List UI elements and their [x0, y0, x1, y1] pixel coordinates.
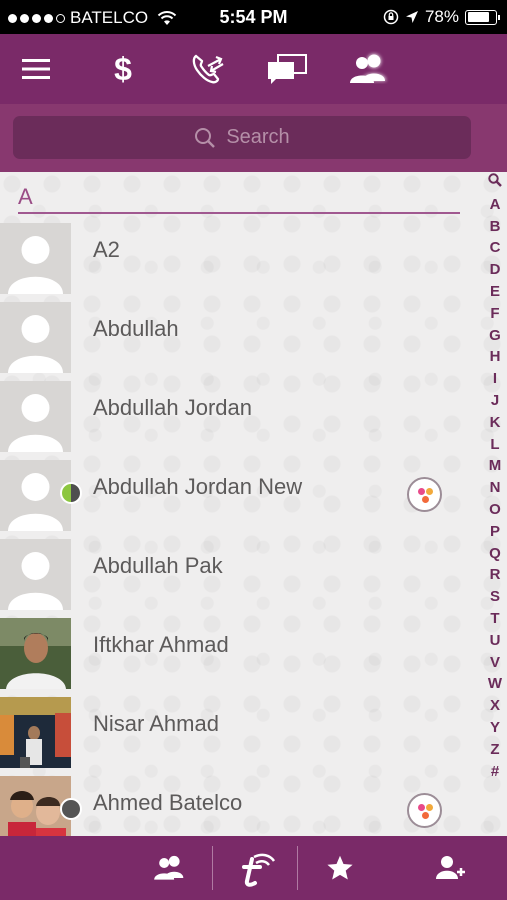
contact-row[interactable]: Abdullah Jordan [0, 381, 480, 460]
index-letter[interactable]: J [491, 390, 499, 412]
index-letter[interactable]: P [490, 521, 500, 543]
index-search-icon[interactable] [488, 172, 502, 194]
contact-row[interactable]: Abdullah [0, 302, 480, 381]
add-contact-tab[interactable] [432, 844, 468, 892]
section-header-letter: A [18, 184, 33, 209]
contact-name: Abdullah Jordan [93, 395, 253, 420]
contact-row[interactable]: Ahmed Batelco [0, 776, 480, 836]
index-letter[interactable]: M [489, 455, 502, 477]
index-letter[interactable]: K [490, 412, 501, 434]
call-transfer-icon [192, 54, 224, 84]
favorites-tab[interactable] [322, 844, 358, 892]
tab-divider [297, 846, 298, 890]
contacts-icon [350, 54, 386, 83]
index-letter[interactable]: H [490, 346, 501, 368]
dollar-icon: $ [114, 51, 132, 87]
avatar [0, 381, 71, 452]
add-contact-icon [436, 856, 465, 879]
index-letter[interactable]: B [490, 216, 501, 238]
contact-row[interactable]: A2 [0, 223, 480, 302]
default-avatar-icon [8, 394, 63, 452]
avatar [0, 618, 71, 689]
contacts-tab[interactable] [148, 844, 192, 892]
index-letter[interactable]: F [490, 303, 499, 325]
contact-row[interactable]: Iftkhar Ahmad [0, 618, 480, 697]
tab-divider [212, 846, 213, 890]
index-letter[interactable]: # [491, 761, 499, 783]
index-letter[interactable]: S [490, 586, 500, 608]
svg-text:$: $ [114, 51, 132, 87]
menu-icon [22, 59, 50, 79]
presence-status-icon [60, 798, 82, 820]
battery-icon [465, 9, 500, 25]
section-divider [18, 212, 460, 214]
default-avatar-icon [8, 236, 63, 294]
orientation-lock-icon [383, 9, 399, 25]
index-letter[interactable]: Y [490, 717, 500, 739]
search-placeholder: Search [226, 126, 290, 148]
favorites-star-icon [327, 855, 353, 880]
index-letter[interactable]: Z [490, 739, 499, 761]
avatar [0, 302, 71, 373]
avatar [0, 223, 71, 294]
contact-photo-icon [0, 618, 71, 689]
index-letter[interactable]: N [490, 477, 501, 499]
status-right: 78% [383, 7, 500, 27]
credit-button[interactable]: $ [98, 44, 148, 94]
alphabet-index[interactable]: A B C D E F G H I J K L M N O P Q R S T U V W X Y Z # [484, 172, 506, 836]
chat-icon [268, 54, 307, 84]
default-avatar-icon [8, 315, 63, 373]
contacts-list: A A2 Abdullah Abdullah Jordan Abdullah Jord… [0, 172, 507, 836]
index-letter[interactable]: T [490, 608, 499, 630]
avatar [0, 697, 71, 768]
contact-row[interactable]: Abdullah Pak [0, 539, 480, 618]
contact-name: A2 [93, 237, 120, 262]
contact-row[interactable]: Nisar Ahmad [0, 697, 480, 776]
index-letter[interactable]: R [490, 564, 501, 586]
index-letter[interactable]: V [490, 652, 500, 674]
contacts-button[interactable] [344, 44, 394, 94]
contact-name: Ahmed Batelco [93, 790, 243, 815]
index-letter[interactable]: A [490, 194, 501, 216]
default-avatar-icon [8, 552, 63, 610]
calls-button[interactable] [183, 44, 233, 94]
search-icon [195, 127, 216, 148]
index-letter[interactable]: G [489, 325, 501, 347]
index-letter[interactable]: U [490, 630, 501, 652]
index-letter[interactable]: I [493, 368, 497, 390]
contact-name: Nisar Ahmad [93, 711, 219, 736]
contact-name: Abdullah Jordan New [93, 474, 303, 499]
index-letter[interactable]: C [490, 237, 501, 259]
contact-name: Iftkhar Ahmad [93, 632, 229, 657]
contact-name: Abdullah [93, 316, 179, 341]
contact-name: Abdullah Pak [93, 553, 223, 578]
battery-percent: 78% [424, 7, 459, 26]
t-logo-tab[interactable] [232, 844, 280, 892]
search-bar-area: Search [0, 104, 507, 172]
messages-button[interactable] [262, 44, 312, 94]
menu-button[interactable] [11, 44, 61, 94]
search-input[interactable]: Search [13, 116, 471, 159]
index-letter[interactable]: D [490, 259, 501, 281]
index-letter[interactable]: X [490, 695, 500, 717]
top-nav-bar: $ [0, 34, 507, 104]
status-bar: BATELCO 5:54 PM 78% [0, 0, 507, 34]
contact-photo-icon [0, 697, 71, 768]
index-letter[interactable]: W [488, 673, 502, 695]
index-letter[interactable]: Q [489, 543, 501, 565]
index-letter[interactable]: L [490, 434, 499, 456]
presence-status-icon [60, 482, 82, 504]
app-user-badge-icon[interactable] [407, 477, 442, 512]
contacts-tab-icon [154, 855, 184, 880]
app-user-badge-icon[interactable] [407, 793, 442, 828]
t-logo-icon [242, 853, 276, 887]
contact-row[interactable]: Abdullah Jordan New [0, 460, 480, 539]
bottom-tab-bar [0, 836, 507, 900]
avatar [0, 539, 71, 610]
index-letter[interactable]: E [490, 281, 500, 303]
location-icon [405, 11, 418, 23]
index-letter[interactable]: O [489, 499, 501, 521]
